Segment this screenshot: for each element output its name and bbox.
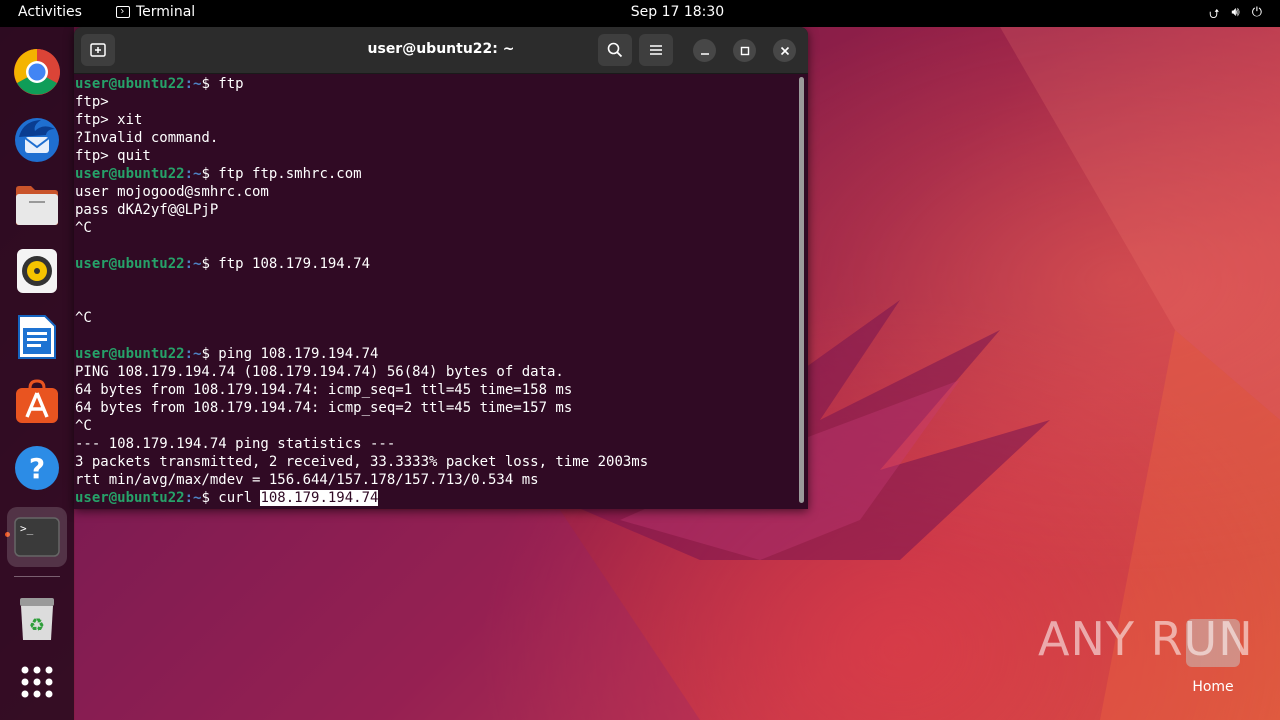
home-folder-label[interactable]: Home — [1186, 679, 1240, 695]
prompt-line: user@ubuntu22:~$ ftp — [75, 75, 795, 93]
prompt-user: user@ubuntu22 — [75, 76, 185, 92]
output-line: 64 bytes from 108.179.194.74: icmp_seq=1… — [75, 382, 573, 398]
output-line: rtt min/avg/max/mdev = 156.644/157.178/1… — [75, 472, 539, 488]
help-launcher[interactable]: ? — [12, 443, 62, 493]
terminal-icon: >_ — [14, 517, 60, 557]
dock: ? >_ ♻ — [0, 27, 74, 720]
chrome-icon — [14, 49, 60, 95]
terminal-scrollbar[interactable] — [799, 77, 804, 503]
app-center-launcher[interactable] — [12, 377, 62, 427]
prompt-sign: $ — [201, 256, 219, 272]
maximize-icon — [740, 46, 749, 55]
search-button[interactable] — [598, 34, 632, 66]
svg-text:>_: >_ — [20, 522, 34, 535]
command-text: ftp — [218, 76, 244, 92]
thunderbird-icon — [15, 118, 59, 162]
minimize-icon — [700, 52, 709, 55]
prompt-sign: $ — [201, 76, 219, 92]
prompt-path: :~ — [184, 256, 202, 272]
prompt-path: :~ — [184, 76, 202, 92]
prompt-path: :~ — [184, 490, 202, 506]
top-bar: Activities Terminal Sep 17 18:30 ⮍ 🔊︎ ⏻ — [0, 0, 1280, 27]
maximize-button[interactable] — [733, 39, 756, 62]
trash-launcher[interactable]: ♻ — [12, 594, 62, 644]
selected-text[interactable]: 108.179.194.74 — [260, 490, 379, 506]
prompt-sign: $ — [201, 490, 219, 506]
system-tray[interactable]: ⮍ 🔊︎ ⏻ — [1209, 5, 1262, 27]
search-icon — [607, 42, 623, 58]
show-apps-icon — [21, 666, 53, 698]
help-icon: ? — [15, 446, 59, 490]
output-line: --- 108.179.194.74 ping statistics --- — [75, 436, 396, 452]
volume-icon: 🔊︎ — [1231, 5, 1240, 20]
network-icon: ⮍ — [1209, 7, 1220, 22]
prompt-line: user@ubuntu22:~$ ping 108.179.194.74 — [75, 345, 795, 363]
command-text: ping 108.179.194.74 — [218, 346, 379, 362]
clock[interactable]: Sep 17 18:30 — [0, 4, 1280, 20]
prompt-line: user@ubuntu22:~$ ftp ftp.smhrc.com — [75, 165, 795, 183]
output-line: user mojogood@smhrc.com — [75, 184, 269, 200]
output-line: ?Invalid command. — [75, 130, 219, 146]
command-text: ftp ftp.smhrc.com — [218, 166, 362, 182]
hamburger-icon — [650, 45, 662, 55]
output-line: pass dKA2yf@@LPjP — [75, 202, 219, 218]
writer-icon — [18, 315, 56, 359]
writer-launcher[interactable] — [12, 312, 62, 362]
prompt-user: user@ubuntu22 — [75, 490, 185, 506]
prompt-line: user@ubuntu22:~$ ftp 108.179.194.74 — [75, 255, 795, 273]
prompt-path: :~ — [184, 166, 202, 182]
prompt-path: :~ — [184, 346, 202, 362]
output-line: 64 bytes from 108.179.194.74: icmp_seq=2… — [75, 400, 573, 416]
files-icon — [16, 186, 58, 225]
command-text: curl — [218, 490, 261, 506]
prompt-sign: $ — [201, 346, 219, 362]
thunderbird-launcher[interactable] — [12, 114, 62, 164]
menu-button[interactable] — [639, 34, 673, 66]
terminal-output[interactable]: user@ubuntu22:~$ ftp ftp> ftp> xit ?Invalid… — [75, 75, 795, 507]
chrome-launcher[interactable] — [12, 47, 62, 97]
output-line: PING 108.179.194.74 (108.179.194.74) 56(… — [75, 364, 564, 380]
rhythmbox-icon — [17, 249, 57, 293]
svg-text:♻: ♻ — [29, 615, 45, 636]
output-line: ^C — [75, 220, 92, 236]
prompt-sign: $ — [201, 166, 219, 182]
close-icon — [780, 46, 789, 55]
close-button[interactable] — [773, 39, 796, 62]
terminal-titlebar[interactable]: user@ubuntu22: ~ — [74, 27, 808, 74]
minimize-button[interactable] — [693, 39, 716, 62]
output-line: ^C — [75, 310, 92, 326]
output-line: ftp> xit — [75, 112, 143, 128]
trash-icon: ♻ — [20, 598, 54, 640]
terminal-window[interactable]: user@ubuntu22: ~ user@ubuntu22:~$ ftp ftp… — [74, 27, 808, 509]
output-line: ftp> — [75, 94, 109, 110]
terminal-launcher[interactable]: >_ — [7, 507, 67, 567]
files-launcher[interactable] — [12, 180, 62, 230]
prompt-user: user@ubuntu22 — [75, 346, 185, 362]
prompt-line: user@ubuntu22:~$ curl 108.179.194.74 — [75, 489, 795, 507]
app-center-icon — [16, 379, 58, 423]
output-line: ^C — [75, 418, 92, 434]
show-apps-button[interactable] — [12, 657, 62, 707]
prompt-user: user@ubuntu22 — [75, 166, 185, 182]
dock-separator — [14, 576, 60, 577]
output-line: ftp> quit — [75, 148, 151, 164]
output-line: 3 packets transmitted, 2 received, 33.33… — [75, 454, 649, 470]
command-text: ftp 108.179.194.74 — [218, 256, 371, 272]
prompt-user: user@ubuntu22 — [75, 256, 185, 272]
rhythmbox-launcher[interactable] — [12, 246, 62, 296]
power-icon: ⏻ — [1251, 5, 1262, 20]
svg-text:?: ? — [29, 452, 45, 485]
anyrun-watermark: ANY RUN — [1038, 612, 1254, 666]
